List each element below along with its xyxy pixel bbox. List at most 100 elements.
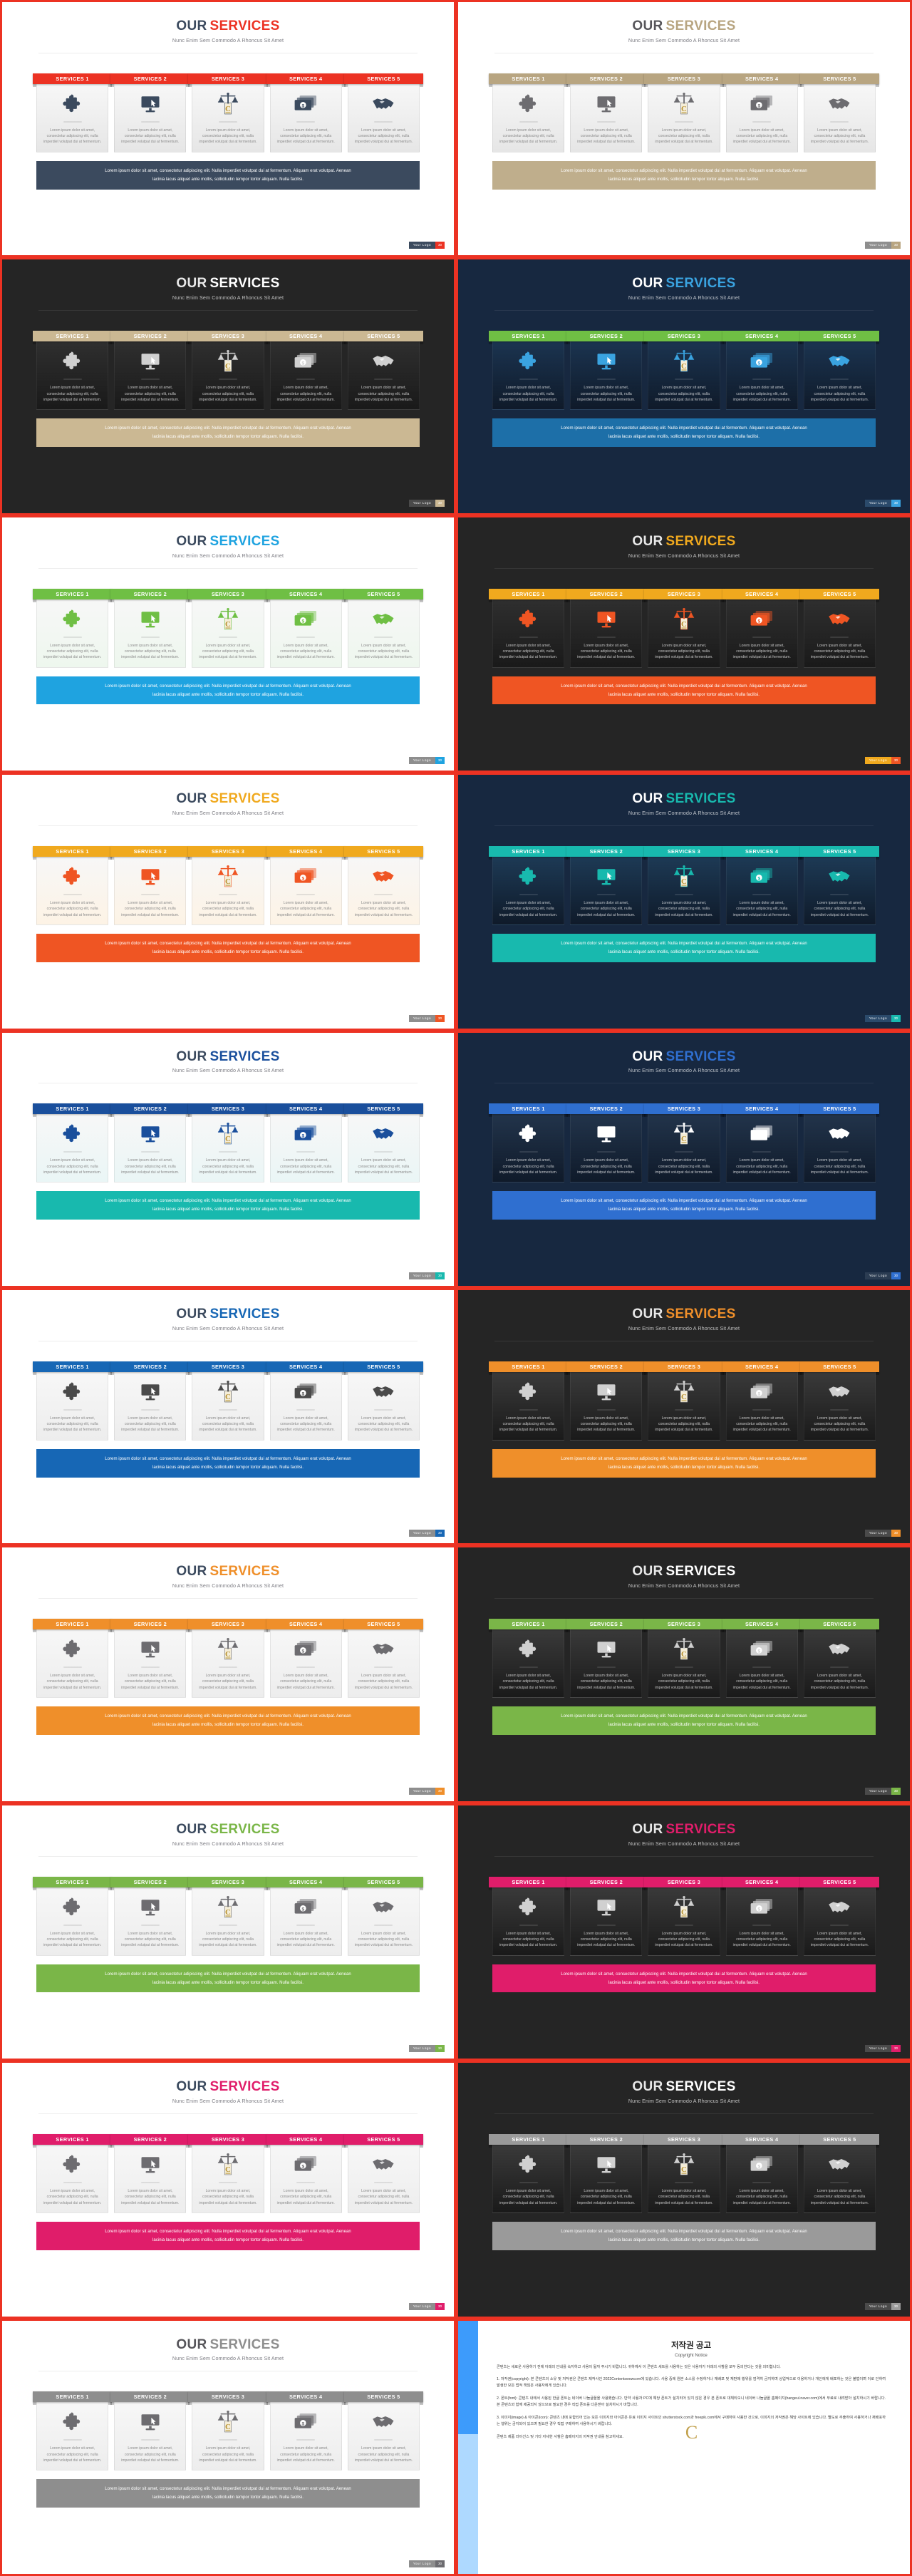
service-card-2[interactable]: SERVICES 2 Lorem ipsum dolor sit amet, co… xyxy=(566,1102,646,1183)
service-card-3[interactable]: SERVICES 3 C Lorem ipsum dolor sit amet,… xyxy=(644,1617,724,1699)
footer-page-number[interactable]: 30 xyxy=(435,1014,445,1022)
service-card-1[interactable]: SERVICES 1 Lorem ipsum dolor sit amet, co… xyxy=(489,1360,569,1441)
service-card-5[interactable]: SERVICES 5 Lorem ipsum dolor sit amet, c… xyxy=(799,1360,880,1441)
service-card-4[interactable]: SERVICES 4 $ Lorem ipsum dolor sit amet,… xyxy=(266,2390,346,2471)
footer-page-number[interactable]: 30 xyxy=(891,2045,901,2053)
service-card-4[interactable]: SERVICES 4 $ Lorem ipsum dolor sit amet,… xyxy=(266,1102,346,1183)
service-card-5[interactable]: SERVICES 5 Lorem ipsum dolor sit amet, c… xyxy=(799,2133,880,2214)
service-card-1[interactable]: SERVICES 1 Lorem ipsum dolor sit amet, co… xyxy=(489,329,569,411)
slide-thumbnail-14[interactable]: OUR SERVICES Nunc Enim Sem Commodo A Rhon… xyxy=(456,1545,912,1803)
service-card-2[interactable]: SERVICES 2 Lorem ipsum dolor sit amet, co… xyxy=(110,2133,190,2214)
slide-thumbnail-12[interactable]: OUR SERVICES Nunc Enim Sem Commodo A Rhon… xyxy=(456,1287,912,1546)
service-card-2[interactable]: SERVICES 2 Lorem ipsum dolor sit amet, co… xyxy=(110,72,190,153)
service-card-4[interactable]: SERVICES 4 $ Lorem ipsum dolor sit amet,… xyxy=(266,1360,346,1441)
slide-thumbnail-3[interactable]: OUR SERVICES Nunc Enim Sem Commodo A Rhon… xyxy=(0,257,456,515)
service-card-1[interactable]: SERVICES 1 Lorem ipsum dolor sit amet, co… xyxy=(33,845,113,926)
footer-page-number[interactable]: 30 xyxy=(435,2302,445,2310)
service-card-5[interactable]: SERVICES 5 Lorem ipsum dolor sit amet, c… xyxy=(799,1617,880,1699)
service-card-4[interactable]: SERVICES 4 $ Lorem ipsum dolor sit amet,… xyxy=(266,845,346,926)
service-card-2[interactable]: SERVICES 2 Lorem ipsum dolor sit amet, co… xyxy=(110,1875,190,1956)
service-card-1[interactable]: SERVICES 1 Lorem ipsum dolor sit amet, co… xyxy=(489,1875,569,1956)
service-card-2[interactable]: SERVICES 2 Lorem ipsum dolor sit amet, co… xyxy=(110,1360,190,1441)
service-card-3[interactable]: SERVICES 3 C Lorem ipsum dolor sit amet,… xyxy=(188,1360,268,1441)
footer-page-number[interactable]: 30 xyxy=(435,757,445,765)
footer-page-number[interactable]: 30 xyxy=(891,242,901,249)
service-card-5[interactable]: SERVICES 5 Lorem ipsum dolor sit amet, c… xyxy=(799,845,880,926)
slide-thumbnail-18[interactable]: OUR SERVICES Nunc Enim Sem Commodo A Rhon… xyxy=(456,2061,912,2319)
slide-thumbnail-8[interactable]: OUR SERVICES Nunc Enim Sem Commodo A Rhon… xyxy=(456,773,912,1031)
slide-thumbnail-11[interactable]: OUR SERVICES Nunc Enim Sem Commodo A Rhon… xyxy=(0,1287,456,1546)
slide-thumbnail-15[interactable]: OUR SERVICES Nunc Enim Sem Commodo A Rhon… xyxy=(0,1803,456,2061)
slide-thumbnail-19[interactable]: OUR SERVICES Nunc Enim Sem Commodo A Rhon… xyxy=(0,2318,456,2576)
footer-page-number[interactable]: 30 xyxy=(891,499,901,507)
service-card-1[interactable]: SERVICES 1 Lorem ipsum dolor sit amet, co… xyxy=(489,587,569,668)
footer-page-number[interactable]: 30 xyxy=(891,1014,901,1022)
footer-page-number[interactable]: 30 xyxy=(891,1530,901,1537)
slide-thumbnail-16[interactable]: OUR SERVICES Nunc Enim Sem Commodo A Rhon… xyxy=(456,1803,912,2061)
service-card-3[interactable]: SERVICES 3 C Lorem ipsum dolor sit amet,… xyxy=(644,1360,724,1441)
service-card-4[interactable]: SERVICES 4 $ Lorem ipsum dolor sit amet,… xyxy=(266,1617,346,1699)
footer-page-number[interactable]: 30 xyxy=(435,1530,445,1537)
service-card-2[interactable]: SERVICES 2 Lorem ipsum dolor sit amet, co… xyxy=(566,587,646,668)
service-card-2[interactable]: SERVICES 2 Lorem ipsum dolor sit amet, co… xyxy=(566,845,646,926)
slide-thumbnail-10[interactable]: OUR SERVICES Nunc Enim Sem Commodo A Rhon… xyxy=(456,1030,912,1288)
footer-page-number[interactable]: 30 xyxy=(435,2045,445,2053)
service-card-1[interactable]: SERVICES 1 Lorem ipsum dolor sit amet, co… xyxy=(33,329,113,411)
service-card-4[interactable]: SERVICES 4 $ Lorem ipsum dolor sit amet,… xyxy=(722,1360,802,1441)
slide-thumbnail-17[interactable]: OUR SERVICES Nunc Enim Sem Commodo A Rhon… xyxy=(0,2061,456,2319)
service-card-4[interactable]: SERVICES 4 $ Lorem ipsum dolor sit amet,… xyxy=(722,1102,802,1183)
service-card-3[interactable]: SERVICES 3 C Lorem ipsum dolor sit amet,… xyxy=(188,1617,268,1699)
service-card-2[interactable]: SERVICES 2 Lorem ipsum dolor sit amet, co… xyxy=(566,2133,646,2214)
service-card-5[interactable]: SERVICES 5 Lorem ipsum dolor sit amet, c… xyxy=(343,1875,424,1956)
service-card-2[interactable]: SERVICES 2 Lorem ipsum dolor sit amet, co… xyxy=(110,2390,190,2471)
service-card-4[interactable]: SERVICES 4 $ Lorem ipsum dolor sit amet,… xyxy=(722,329,802,411)
slide-thumbnail-5[interactable]: OUR SERVICES Nunc Enim Sem Commodo A Rhon… xyxy=(0,515,456,773)
service-card-2[interactable]: SERVICES 2 Lorem ipsum dolor sit amet, co… xyxy=(566,72,646,153)
service-card-5[interactable]: SERVICES 5 Lorem ipsum dolor sit amet, c… xyxy=(343,845,424,926)
slide-thumbnail-4[interactable]: OUR SERVICES Nunc Enim Sem Commodo A Rhon… xyxy=(456,257,912,515)
service-card-3[interactable]: SERVICES 3 C Lorem ipsum dolor sit amet,… xyxy=(644,2133,724,2214)
service-card-3[interactable]: SERVICES 3 C Lorem ipsum dolor sit amet,… xyxy=(188,329,268,411)
service-card-2[interactable]: SERVICES 2 Lorem ipsum dolor sit amet, co… xyxy=(566,329,646,411)
slide-thumbnail-13[interactable]: OUR SERVICES Nunc Enim Sem Commodo A Rhon… xyxy=(0,1545,456,1803)
slide-thumbnail-2[interactable]: OUR SERVICES Nunc Enim Sem Commodo A Rhon… xyxy=(456,0,912,258)
service-card-4[interactable]: SERVICES 4 $ Lorem ipsum dolor sit amet,… xyxy=(722,72,802,153)
service-card-3[interactable]: SERVICES 3 C Lorem ipsum dolor sit amet,… xyxy=(188,845,268,926)
slide-thumbnail-copyright[interactable]: 저작권 공고 Copyright Notice 콘텐츠는 세로운 사용하기 전에 아… xyxy=(456,2318,912,2576)
service-card-5[interactable]: SERVICES 5 Lorem ipsum dolor sit amet, c… xyxy=(799,1102,880,1183)
service-card-4[interactable]: SERVICES 4 $ Lorem ipsum dolor sit amet,… xyxy=(266,329,346,411)
service-card-1[interactable]: SERVICES 1 Lorem ipsum dolor sit amet, co… xyxy=(33,72,113,153)
service-card-4[interactable]: SERVICES 4 $ Lorem ipsum dolor sit amet,… xyxy=(722,1617,802,1699)
service-card-4[interactable]: SERVICES 4 $ Lorem ipsum dolor sit amet,… xyxy=(266,2133,346,2214)
slide-thumbnail-7[interactable]: OUR SERVICES Nunc Enim Sem Commodo A Rhon… xyxy=(0,773,456,1031)
slide-thumbnail-9[interactable]: OUR SERVICES Nunc Enim Sem Commodo A Rhon… xyxy=(0,1030,456,1288)
service-card-4[interactable]: SERVICES 4 $ Lorem ipsum dolor sit amet,… xyxy=(266,72,346,153)
service-card-5[interactable]: SERVICES 5 Lorem ipsum dolor sit amet, c… xyxy=(799,329,880,411)
slide-thumbnail-6[interactable]: OUR SERVICES Nunc Enim Sem Commodo A Rhon… xyxy=(456,515,912,773)
service-card-4[interactable]: SERVICES 4 $ Lorem ipsum dolor sit amet,… xyxy=(722,845,802,926)
service-card-3[interactable]: SERVICES 3 C Lorem ipsum dolor sit amet,… xyxy=(188,1875,268,1956)
service-card-5[interactable]: SERVICES 5 Lorem ipsum dolor sit amet, c… xyxy=(343,1102,424,1183)
service-card-3[interactable]: SERVICES 3 C Lorem ipsum dolor sit amet,… xyxy=(644,1875,724,1956)
service-card-5[interactable]: SERVICES 5 Lorem ipsum dolor sit amet, c… xyxy=(343,2133,424,2214)
service-card-5[interactable]: SERVICES 5 Lorem ipsum dolor sit amet, c… xyxy=(343,1617,424,1699)
service-card-1[interactable]: SERVICES 1 Lorem ipsum dolor sit amet, co… xyxy=(33,1360,113,1441)
footer-page-number[interactable]: 30 xyxy=(891,757,901,765)
service-card-1[interactable]: SERVICES 1 Lorem ipsum dolor sit amet, co… xyxy=(33,587,113,668)
service-card-2[interactable]: SERVICES 2 Lorem ipsum dolor sit amet, co… xyxy=(110,587,190,668)
service-card-5[interactable]: SERVICES 5 Lorem ipsum dolor sit amet, c… xyxy=(343,72,424,153)
footer-page-number[interactable]: 30 xyxy=(435,1272,445,1279)
service-card-3[interactable]: SERVICES 3 C Lorem ipsum dolor sit amet,… xyxy=(644,587,724,668)
service-card-3[interactable]: SERVICES 3 C Lorem ipsum dolor sit amet,… xyxy=(188,1102,268,1183)
service-card-3[interactable]: SERVICES 3 C Lorem ipsum dolor sit amet,… xyxy=(188,2133,268,2214)
service-card-1[interactable]: SERVICES 1 Lorem ipsum dolor sit amet, co… xyxy=(33,1102,113,1183)
footer-page-number[interactable]: 30 xyxy=(435,499,445,507)
service-card-5[interactable]: SERVICES 5 Lorem ipsum dolor sit amet, c… xyxy=(343,329,424,411)
service-card-5[interactable]: SERVICES 5 Lorem ipsum dolor sit amet, c… xyxy=(799,72,880,153)
service-card-3[interactable]: SERVICES 3 C Lorem ipsum dolor sit amet,… xyxy=(644,1102,724,1183)
service-card-2[interactable]: SERVICES 2 Lorem ipsum dolor sit amet, co… xyxy=(110,329,190,411)
footer-page-number[interactable]: 30 xyxy=(891,1787,901,1795)
service-card-1[interactable]: SERVICES 1 Lorem ipsum dolor sit amet, co… xyxy=(33,2133,113,2214)
footer-page-number[interactable]: 30 xyxy=(891,1272,901,1279)
service-card-2[interactable]: SERVICES 2 Lorem ipsum dolor sit amet, co… xyxy=(110,1102,190,1183)
